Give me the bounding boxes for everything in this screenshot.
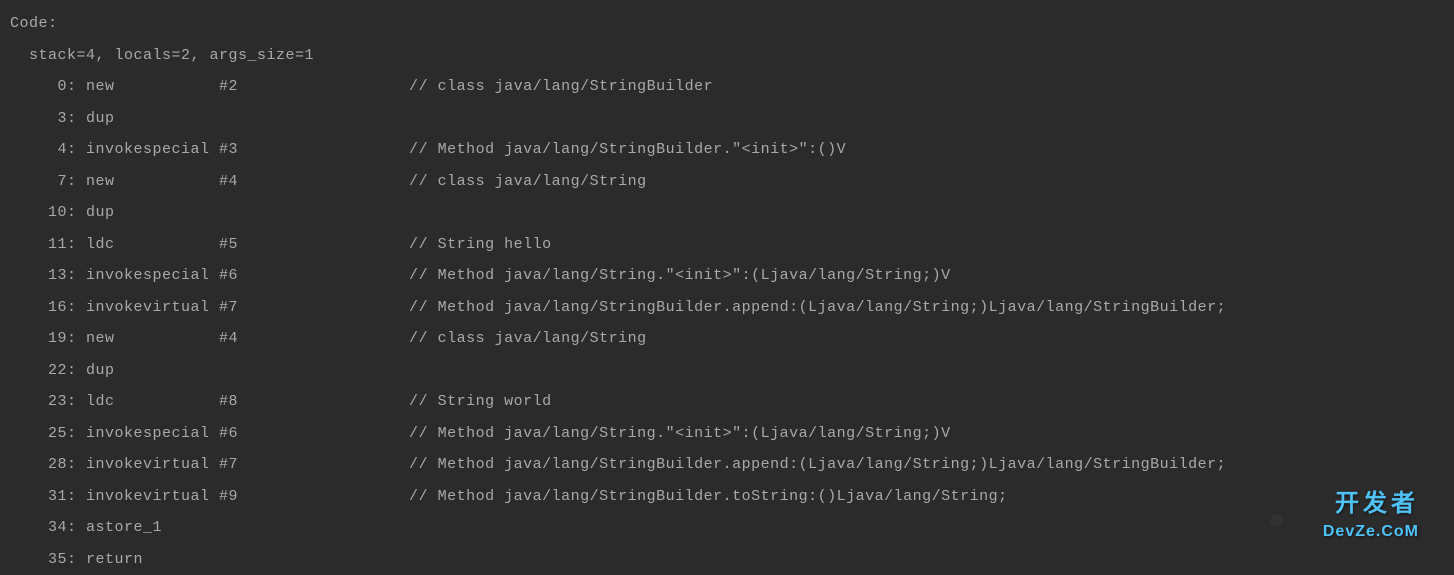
bytecode-line: 34: astore_1 xyxy=(10,512,1444,544)
bytecode-line: 28: invokevirtual #7 // Method java/lang… xyxy=(10,449,1444,481)
code-meta: stack=4, locals=2, args_size=1 xyxy=(10,40,1444,72)
bytecode-line: 10: dup xyxy=(10,197,1444,229)
bytecode-line: 7: new #4 // class java/lang/String xyxy=(10,166,1444,198)
bytecode-line: 25: invokespecial #6 // Method java/lang… xyxy=(10,418,1444,450)
bytecode-line: 13: invokespecial #6 // Method java/lang… xyxy=(10,260,1444,292)
bytecode-line: 19: new #4 // class java/lang/String xyxy=(10,323,1444,355)
code-header: Code: xyxy=(10,8,1444,40)
code-block: Code: stack=4, locals=2, args_size=1 0: … xyxy=(10,8,1444,575)
bytecode-line: 0: new #2 // class java/lang/StringBuild… xyxy=(10,71,1444,103)
bytecode-line: 22: dup xyxy=(10,355,1444,387)
bytecode-line: 11: ldc #5 // String hello xyxy=(10,229,1444,261)
bytecode-line: 3: dup xyxy=(10,103,1444,135)
watermark-faint: @ xyxy=(1270,506,1284,533)
bytecode-line: 23: ldc #8 // String world xyxy=(10,386,1444,418)
bytecode-line: 31: invokevirtual #9 // Method java/lang… xyxy=(10,481,1444,513)
bytecode-line: 4: invokespecial #3 // Method java/lang/… xyxy=(10,134,1444,166)
bytecode-line: 16: invokevirtual #7 // Method java/lang… xyxy=(10,292,1444,324)
watermark-en: DevZe.CoM xyxy=(1323,515,1419,549)
bytecode-line: 35: return xyxy=(10,544,1444,575)
